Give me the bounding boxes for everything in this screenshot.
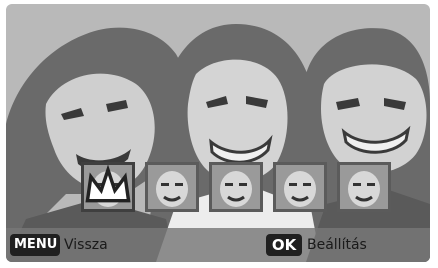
face-thumbnail-3[interactable] (209, 162, 263, 212)
menu-button[interactable]: MENU (10, 234, 60, 256)
face-icon (276, 165, 324, 209)
face-thumbnail-2[interactable] (145, 162, 199, 212)
group-photo (6, 24, 430, 262)
face-thumbnail-5[interactable] (337, 162, 391, 212)
face-icon (212, 165, 260, 209)
ok-button[interactable]: OK (266, 234, 302, 256)
crown-icon (85, 165, 131, 203)
back-label: Vissza (64, 237, 108, 253)
camera-screen: MENU Vissza OK Beállítás (6, 4, 430, 262)
face-thumbnail-4[interactable] (273, 162, 327, 212)
face-thumbnail-1[interactable] (81, 162, 135, 212)
settings-label: Beállítás (307, 237, 367, 253)
bottom-bar: MENU Vissza OK Beállítás (6, 228, 430, 262)
face-icon (148, 165, 196, 209)
face-icon (340, 165, 388, 209)
person-right-face (321, 64, 427, 174)
